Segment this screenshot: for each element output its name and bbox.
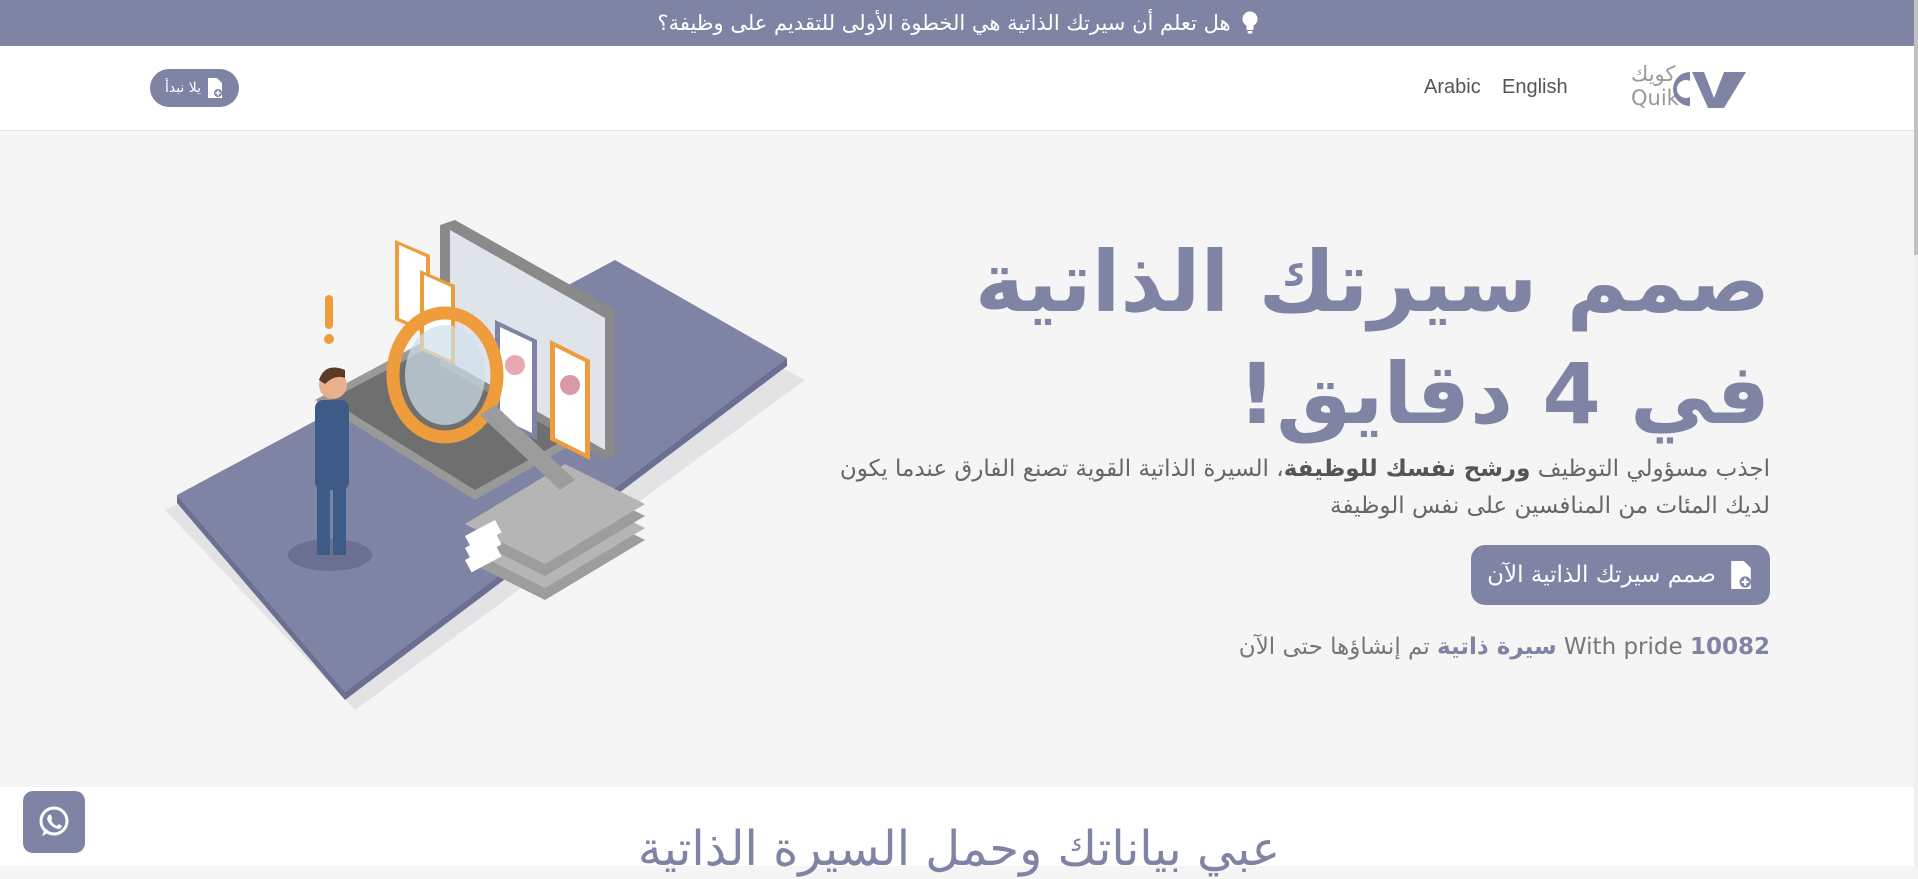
- how-it-works-section: عبي بياناتك وحمل السيرة الذاتية: [0, 787, 1918, 877]
- section-title: عبي بياناتك وحمل السيرة الذاتية: [637, 821, 1281, 877]
- announcement-text: هل تعلم أن سيرتك الذاتية هي الخطوة الأول…: [657, 11, 1231, 35]
- hero-illustration: [165, 220, 805, 710]
- counter-rest: تم إنشاؤها حتى الآن: [1238, 634, 1430, 660]
- cv-counter: 10082 With pride سيرة ذاتية تم إنشاؤها ح…: [810, 634, 1770, 660]
- hero-description-bold: ورشح نفسك للوظيفة: [1283, 456, 1531, 482]
- create-cv-button[interactable]: صمم سيرتك الذاتية الآن: [1471, 545, 1770, 605]
- counter-number: 10082: [1689, 634, 1770, 660]
- language-english[interactable]: English: [1502, 76, 1568, 99]
- start-button[interactable]: يلا نبدأ: [150, 69, 239, 107]
- language-arabic[interactable]: Arabic: [1424, 76, 1481, 99]
- start-button-label: يلا نبدأ: [164, 80, 202, 96]
- file-add-icon: [1731, 561, 1751, 589]
- lightbulb-icon: [1242, 11, 1258, 34]
- announcement-bar: هل تعلم أن سيرتك الذاتية هي الخطوة الأول…: [0, 0, 1918, 46]
- hero-title: صمم سيرتك الذاتية في 4 دقايق!: [974, 233, 1770, 443]
- hero-description: اجذب مسؤولي التوظيف ورشح نفسك للوظيفة، ا…: [810, 451, 1770, 525]
- whatsapp-button[interactable]: [23, 791, 85, 853]
- whatsapp-icon: [39, 806, 69, 836]
- site-header: يلا نبدأ Arabic English كويك Quik: [0, 46, 1918, 131]
- logo-cv-mark[interactable]: [1628, 64, 1748, 114]
- file-add-icon: [208, 78, 223, 98]
- counter-with-pride: With pride: [1563, 634, 1683, 660]
- create-cv-button-label: صمم سيرتك الذاتية الآن: [1487, 562, 1716, 588]
- hero-description-start: اجذب مسؤولي التوظيف: [1530, 456, 1770, 482]
- scrollbar-thumb[interactable]: [1914, 0, 1918, 255]
- counter-bold: سيرة ذاتية: [1437, 634, 1557, 660]
